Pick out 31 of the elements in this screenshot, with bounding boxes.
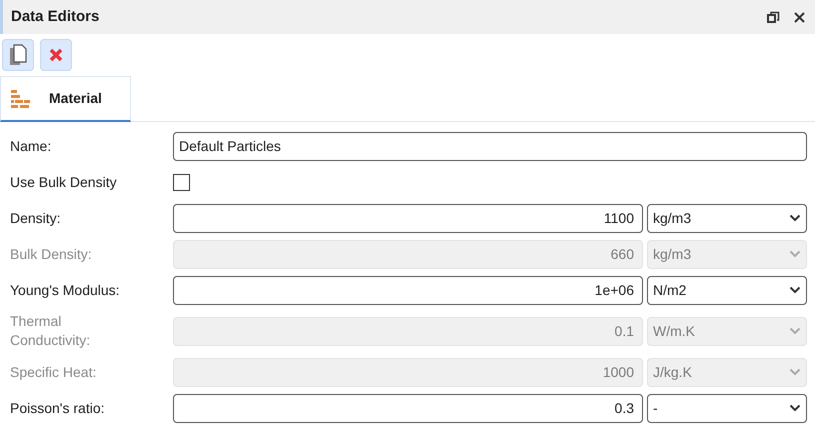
unit-dropdown[interactable]: N/m2 [647,276,807,304]
copy-button[interactable] [2,39,34,71]
field-label: Poisson's ratio: [10,398,106,418]
chevron-icon [789,214,801,222]
close-icon[interactable] [794,12,805,22]
field-label: Density: [10,208,62,228]
field-label: Young's Modulus: [10,280,121,300]
chevron-icon [789,368,801,376]
value-field[interactable]: 1e+06 [173,276,643,304]
field-label: Use Bulk Density [10,172,118,192]
tab[interactable]: Material [0,76,131,122]
delete-icon [49,48,63,62]
checkbox[interactable] [173,174,190,190]
unit-dropdown[interactable]: kg/m3 [647,204,807,232]
copy-icon [9,44,27,66]
field-label: Specific Heat: [10,362,98,382]
field-label: Name: [10,136,52,156]
value-field[interactable]: 0.3 [173,394,643,422]
field-label: Bulk Density: [10,244,93,264]
window-title: Data Editors [11,6,100,27]
delete-button[interactable] [40,39,72,71]
restore-icon[interactable] [767,10,780,24]
bricks-icon [11,90,31,108]
chevron-icon [789,286,801,294]
value-field[interactable]: 1100 [173,204,643,232]
chevron-icon [789,250,801,258]
unit-dropdown[interactable]: - [647,394,807,422]
name-field[interactable]: Default Particles [173,132,807,160]
chevron-icon [789,404,801,412]
field-label: Thermal Conductivity: [10,312,92,350]
chevron-icon [789,327,801,335]
